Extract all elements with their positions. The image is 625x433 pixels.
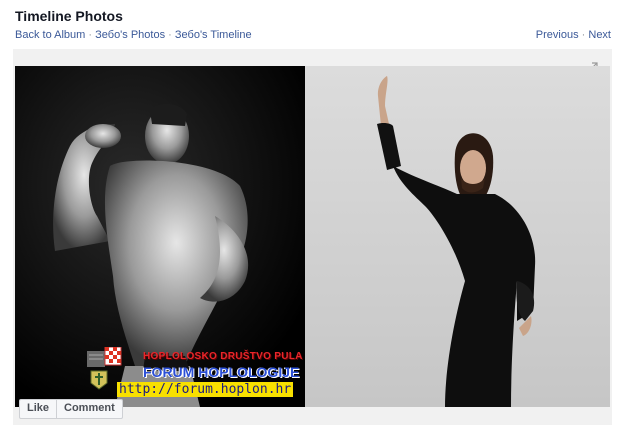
photo[interactable]: HOPLOLOSKO DRUŠTVO PULA FORUM HOPLOLOGIJ… <box>15 66 610 407</box>
like-button[interactable]: Like <box>20 400 56 418</box>
photo-pager: Previous · Next <box>536 29 611 41</box>
watermark-society-name: HOPLOLOSKO DRUŠTVO PULA <box>143 351 303 362</box>
breadcrumb-separator: · <box>88 29 93 41</box>
photo-right-panel <box>305 66 610 407</box>
singer-figure <box>377 76 536 407</box>
previous-link[interactable]: Previous <box>536 29 579 41</box>
owner-photos-link[interactable]: Зебо's Photos <box>95 29 165 41</box>
next-link[interactable]: Next <box>588 29 611 41</box>
owner-timeline-link[interactable]: Зебо's Timeline <box>175 29 252 41</box>
watermark-forum-name: FORUM HOPLOLOGIJE <box>143 364 300 380</box>
breadcrumb-separator: · <box>168 29 172 41</box>
watermark-url: http://forum.hoplon.hr <box>117 382 294 397</box>
photo-stage: HOPLOLOSKO DRUŠTVO PULA FORUM HOPLOLOGIJ… <box>13 49 612 425</box>
comment-button[interactable]: Comment <box>56 400 122 418</box>
watermark: HOPLOLOSKO DRUŠTVO PULA FORUM HOPLOLOGIJ… <box>85 345 320 407</box>
page-title: Timeline Photos <box>15 8 123 24</box>
back-to-album-link[interactable]: Back to Album <box>15 29 85 41</box>
photo-actions: Like Comment <box>19 399 123 419</box>
breadcrumb: Back to Album · Зебо's Photos · Зебо's T… <box>15 29 252 41</box>
pager-separator: · <box>581 29 586 41</box>
